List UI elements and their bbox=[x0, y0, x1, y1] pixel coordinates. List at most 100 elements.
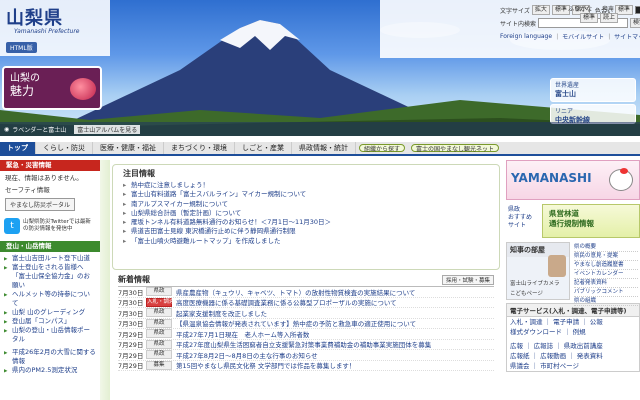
list-item[interactable]: 富士登山をされる皆様へ「富士山保全協力金」のお願い bbox=[4, 263, 96, 290]
nav-medical-welfare[interactable]: 医療・健康・福祉 bbox=[93, 142, 164, 154]
news-heading: 新着情報 bbox=[118, 275, 150, 284]
tourism-net-button[interactable]: 富士の国やまなし観光ネット bbox=[411, 144, 500, 153]
notice-item[interactable]: 南アルプスマイカー規制について bbox=[123, 200, 491, 210]
furigana-normal-button[interactable]: 標準 bbox=[580, 13, 599, 23]
html-version-button[interactable]: HTML版 bbox=[6, 42, 37, 53]
list-item[interactable]: 富士山吉田ルート登下山道 bbox=[4, 254, 96, 264]
news-title[interactable]: 県産農産物（キュウリ、キャベツ、トマト）の放射性物質検査の実施結果について bbox=[176, 287, 415, 297]
furigana-audio-controls: サイト内検索 検索 bbox=[500, 18, 640, 28]
news-title[interactable]: 起業家支援制度を改正しました bbox=[176, 308, 267, 318]
news-badge: 入札・調達 bbox=[146, 297, 175, 307]
side-link[interactable]: イベントカレンダー bbox=[574, 270, 638, 279]
fuji-album-link[interactable]: 富士山アルバムを見る bbox=[74, 124, 141, 134]
nav-top[interactable]: トップ bbox=[0, 142, 36, 154]
hero-banner: 山梨県 Yamanashi Prefecture HTML版 文字サイズ 拡大 … bbox=[0, 0, 640, 136]
governor-section: 知事の部屋 富士山ライブカメラ こどもページ 県の概要 県民の意見・提案 やまな… bbox=[506, 242, 640, 306]
peach-icon bbox=[70, 78, 96, 100]
side-link[interactable]: 県の概要 bbox=[574, 243, 638, 252]
news-section: 新着情報 採用・試験・募集 7月30日 県政 県産農産物（キュウリ、キャベツ、ト… bbox=[112, 274, 500, 371]
news-date: 7月30日 bbox=[118, 288, 144, 297]
audio-read-button[interactable]: 読上 bbox=[600, 13, 619, 23]
bosai-portal-button[interactable]: やまなし防災ポータル bbox=[5, 198, 76, 211]
world-heritage-fuji-banner[interactable]: 世界遺産 富士山 bbox=[550, 78, 636, 102]
news-row[interactable]: 7月29日 募集 第15回やまなし県民文化祭 文学部門では作品を募集します！ bbox=[118, 360, 494, 371]
notice-item[interactable]: 熱中症に注意しましょう！ bbox=[123, 181, 491, 191]
news-date: 7月30日 bbox=[118, 320, 144, 329]
side-link[interactable]: 記者発表資料 bbox=[574, 279, 638, 288]
list-item[interactable]: ヘルメット等の持参について bbox=[4, 290, 96, 308]
news-title[interactable]: 第15回やまなし県民文化祭 文学部門では作品を募集します！ bbox=[176, 361, 355, 370]
right-sidebar: YAMANASHI 県政 おすすめ サイト 県営林道 通行規制情報 知事の部屋 … bbox=[506, 160, 640, 400]
news-row[interactable]: 7月29日 県政 平成27年8月2日〜8月8日の主な行事のお知らせ bbox=[118, 350, 494, 361]
notice-item[interactable]: 県道吉田富士見線 東沢橋通行止めに伴う静岡県通行制限 bbox=[123, 227, 491, 237]
news-title[interactable]: 平成27年度山梨県生活困窮者自立支援緊急対策事業費補助金の補助事業実施団体を募集 bbox=[176, 340, 431, 349]
logo-area[interactable]: 山梨県 Yamanashi Prefecture HTML版 bbox=[0, 0, 110, 56]
news-badge: 県政 bbox=[146, 350, 172, 360]
linear-shinkansen-banner[interactable]: リニア 中央新幹線 bbox=[550, 104, 636, 124]
news-badge: 県政 bbox=[146, 339, 172, 349]
news-badge: 県政 bbox=[146, 318, 172, 328]
news-title[interactable]: 高度医療機器に係る基礎調査業務に係る公募型プロポーザルの実施について bbox=[176, 298, 397, 307]
yamanashi-kitty-banner[interactable]: YAMANASHI bbox=[506, 160, 640, 200]
yamanashi-charm-banner[interactable]: 山梨の 魅力 bbox=[2, 66, 102, 110]
nav-gov-statistics[interactable]: 県政情報・統計 bbox=[292, 142, 356, 154]
notice-heading: 注目情報 bbox=[123, 169, 155, 178]
font-size-label: 文字サイズ bbox=[500, 7, 530, 15]
nav-life-disaster[interactable]: くらし・防災 bbox=[36, 142, 93, 154]
left-sidebar: 緊急・災害情報 現在、情報はありません。 セーフティ情報 やまなし防災ポータル … bbox=[0, 160, 100, 400]
pr-links-1[interactable]: 広報 ｜ 広報誌 ｜ 県政出前講座 bbox=[507, 341, 639, 351]
search-button[interactable]: 検索 bbox=[630, 18, 640, 28]
governor-room-banner[interactable]: 知事の部屋 富士山ライブカメラ こどもページ bbox=[506, 242, 570, 300]
side-link[interactable]: やまなし創造履歴書 bbox=[574, 261, 638, 270]
news-title[interactable]: 平成27年7月1日現在 老人ホーム等入所者数 bbox=[176, 329, 309, 339]
site-logo-title[interactable]: 山梨県 bbox=[6, 4, 63, 30]
list-item[interactable]: 県内のPM2.5測定状況 bbox=[4, 366, 96, 376]
foreign-language-link[interactable]: Foreign language bbox=[500, 33, 552, 40]
pr-links-3[interactable]: 県議会 ｜ 市町村ページ bbox=[507, 361, 639, 371]
main-content: 注目情報 熱中症に注意しましょう！ 富士山有料道路「富士スバルライン」マイカー規… bbox=[112, 164, 500, 400]
news-title[interactable]: 平成27年8月2日〜8月8日の主な行事のお知らせ bbox=[176, 350, 318, 360]
e-services-links-1[interactable]: 入札・調達 ｜ 電子申請 ｜ 公報 bbox=[507, 317, 639, 327]
forest-road-banner[interactable]: 県営林道 通行規制情報 bbox=[542, 204, 640, 238]
news-row[interactable]: 7月30日 県政 起業家支援制度を改正しました bbox=[118, 308, 494, 319]
governor-photo bbox=[548, 255, 566, 277]
news-row[interactable]: 7月30日 県政 県産農産物（キュウリ、キャベツ、トマト）の放射性物質検査の実施… bbox=[118, 287, 494, 298]
notice-item[interactable]: 富士山有料道路「富士スバルライン」マイカー規制について bbox=[123, 190, 491, 200]
news-row[interactable]: 7月30日 県政 【県温泉協会情報が発表されています】熱中症の予防と救急車の適正… bbox=[118, 318, 494, 329]
news-date: 7月29日 bbox=[118, 351, 144, 360]
find-by-organization-button[interactable]: 組織から探す bbox=[359, 144, 406, 153]
nav-town-environment[interactable]: まちづくり・環境 bbox=[164, 142, 235, 154]
news-title[interactable]: 【県温泉協会情報が発表されています】熱中症の予防と救急車の適正使用について bbox=[176, 319, 416, 328]
e-services-links-2[interactable]: 様式ダウンロード ｜ 例規 bbox=[507, 327, 639, 337]
news-row[interactable]: 7月29日 県政 平成27年7月1日現在 老人ホーム等入所者数 bbox=[118, 329, 494, 340]
pr-links-2[interactable]: 広報紙 ｜ 広報動画 ｜ 発表資料 bbox=[507, 351, 639, 361]
mobile-site-link[interactable]: モバイルサイト bbox=[562, 32, 604, 41]
list-item[interactable]: 平成26年2月の大雪に関する情報 bbox=[4, 348, 96, 366]
e-services-panel: 電子サービス(入札・調達、電子申請等) 入札・調達 ｜ 電子申請 ｜ 公報 様式… bbox=[506, 303, 640, 372]
audio-label: 音声 bbox=[602, 6, 615, 13]
color-black-swatch[interactable] bbox=[634, 6, 640, 14]
news-row[interactable]: 7月30日 入札・調達 高度医療機器に係る基礎調査業務に係る公募型プロポーザルの… bbox=[118, 297, 494, 308]
nav-work-industry[interactable]: しごと・産業 bbox=[235, 142, 292, 154]
fuji-live-camera-link[interactable]: 富士山ライブカメラ bbox=[510, 279, 560, 287]
emergency-heading: 緊急・災害情報 bbox=[0, 160, 100, 171]
list-item[interactable]: 山梨 山のグレーディング bbox=[4, 308, 96, 318]
notice-list: 熱中症に注意しましょう！ 富士山有料道路「富士スバルライン」マイカー規制について… bbox=[123, 181, 491, 246]
side-link[interactable]: 県民の意見・提案 bbox=[574, 252, 638, 261]
side-link[interactable]: パブリックコメント bbox=[574, 288, 638, 297]
recruitment-link[interactable]: 採用・試験・募集 bbox=[441, 274, 494, 285]
font-enlarge-button[interactable]: 拡大 bbox=[531, 5, 550, 15]
kitty-icon bbox=[609, 168, 633, 191]
hero-caption: ◉ ラベンダーと富士山 bbox=[4, 125, 66, 134]
list-item[interactable]: 登山届「コンパス」 bbox=[4, 317, 96, 327]
notice-item[interactable]: 山梨県総合計画（暫定計画）について bbox=[123, 209, 491, 219]
kids-page-link[interactable]: こどもページ bbox=[510, 289, 543, 297]
news-row[interactable]: 7月29日 県政 平成27年度山梨県生活困窮者自立支援緊急対策事業費補助金の補助… bbox=[118, 339, 494, 350]
notice-item[interactable]: 「富士山噴火時避難ルートマップ」を作成しました bbox=[123, 237, 491, 247]
twitter-banner[interactable]: t 山梨県防災Twitterでは最新の防災情報を発信中 bbox=[4, 215, 96, 237]
recommended-sites: 県政 おすすめ サイト 県営林道 通行規制情報 bbox=[506, 204, 640, 238]
news-date: 7月29日 bbox=[118, 362, 144, 371]
list-item[interactable]: 山梨の登山・山岳情報ポータル bbox=[4, 326, 96, 344]
linear-line1: リニア bbox=[555, 108, 574, 115]
sitemap-link[interactable]: サイトマップ bbox=[614, 32, 640, 41]
